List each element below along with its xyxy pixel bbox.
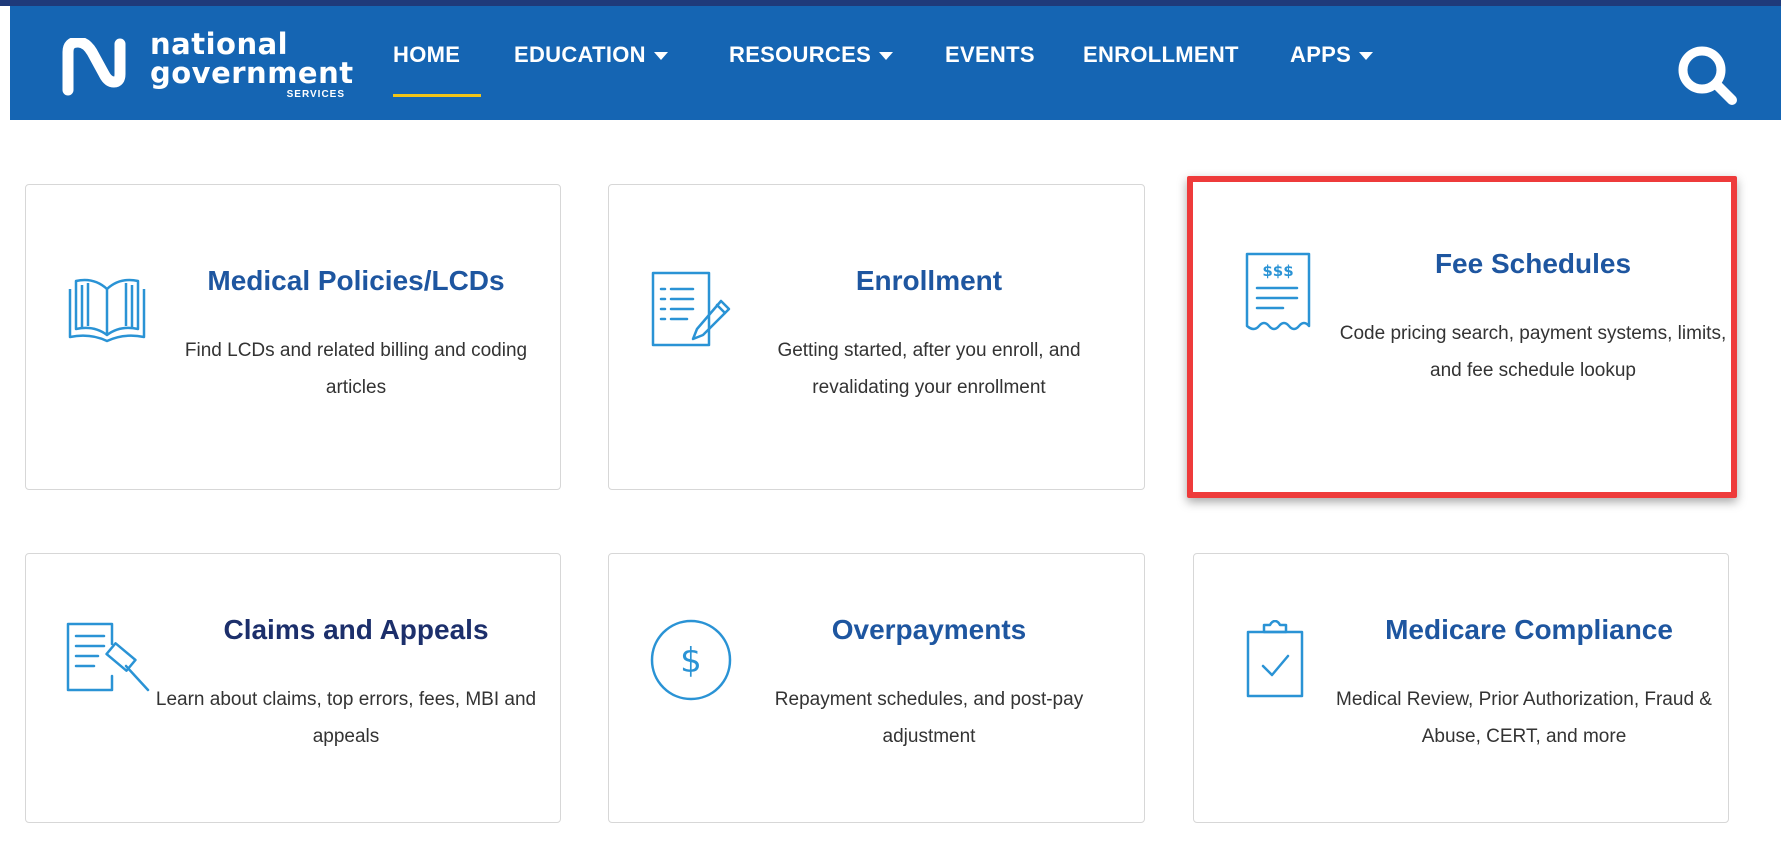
nav-resources-label: RESOURCES <box>729 42 872 67</box>
card-enrollment[interactable]: Enrollment Getting started, after you en… <box>608 184 1145 490</box>
nav-events[interactable]: EVENTS <box>945 42 1035 68</box>
main-navbar: national government SERVICES HOME EDUCAT… <box>10 6 1781 120</box>
logo-line-1: national <box>150 27 289 61</box>
clipboard-check-icon <box>1246 620 1304 698</box>
card-description: Learn about claims, top errors, fees, MB… <box>155 689 537 747</box>
logo-wordmark: national government SERVICES <box>150 27 354 101</box>
receipt-dollar-icon: $$$ <box>1245 252 1311 331</box>
nav-events-label: EVENTS <box>945 42 1035 67</box>
card-title: Medicare Compliance <box>1385 614 1673 645</box>
svg-text:$: $ <box>680 641 702 681</box>
card-description: Repayment schedules, and post-pay adjust… <box>774 689 1084 747</box>
form-pencil-icon <box>651 271 731 347</box>
card-description: Find LCDs and related billing and coding… <box>184 340 528 398</box>
card-title: Enrollment <box>855 265 1003 296</box>
nav-apps-label: APPS <box>1290 42 1352 67</box>
chevron-down-icon <box>1359 52 1374 61</box>
nav-home-label: HOME <box>393 42 461 67</box>
nav-enrollment[interactable]: ENROLLMENT <box>1083 42 1239 68</box>
card-title: Overpayments <box>831 614 1027 645</box>
card-medical-policies[interactable]: Medical Policies/LCDs Find LCDs and rela… <box>25 184 561 490</box>
search-icon[interactable] <box>1676 44 1740 108</box>
card-description: Medical Review, Prior Authorization, Fra… <box>1336 689 1712 747</box>
chevron-down-icon <box>653 52 668 61</box>
card-description: Getting started, after you enroll, and r… <box>777 340 1081 398</box>
logo-line-2: government <box>150 56 354 90</box>
nav-resources[interactable]: RESOURCES <box>729 42 894 68</box>
nav-home[interactable]: HOME <box>393 42 460 68</box>
nav-education[interactable]: EDUCATION <box>514 42 668 68</box>
nav-active-underline <box>393 94 481 97</box>
logo-line-3: SERVICES <box>286 89 345 100</box>
document-gavel-icon <box>66 622 150 692</box>
svg-text:$$$: $$$ <box>1262 262 1293 280</box>
nav-enrollment-label: ENROLLMENT <box>1083 42 1239 67</box>
card-claims-appeals[interactable]: Claims and Appeals Learn about claims, t… <box>25 553 561 823</box>
card-title: Medical Policies/LCDs <box>207 265 505 296</box>
open-book-icon <box>68 278 146 343</box>
card-title: Claims and Appeals <box>223 614 489 645</box>
card-fee-schedules[interactable]: $$$ Fee Schedules Code pricing search, p… <box>1187 176 1737 498</box>
ngs-logo[interactable]: national government SERVICES <box>62 30 362 110</box>
card-title: Fee Schedules <box>1434 248 1632 279</box>
card-overpayments[interactable]: $ Overpayments Repayment schedules, and … <box>608 553 1145 823</box>
nav-education-label: EDUCATION <box>514 42 646 67</box>
chevron-down-icon <box>879 52 894 61</box>
nav-apps[interactable]: APPS <box>1290 42 1374 68</box>
dollar-circle-icon: $ <box>650 619 732 701</box>
card-description: Code pricing search, payment systems, li… <box>1339 323 1727 381</box>
card-medicare-compliance[interactable]: Medicare Compliance Medical Review, Prio… <box>1193 553 1729 823</box>
ngs-logo-mark-icon <box>62 38 126 96</box>
